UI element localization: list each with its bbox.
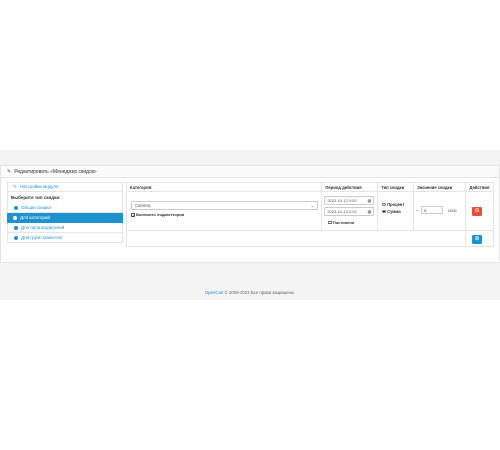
radio-icon — [382, 202, 386, 207]
column-header-value: Значение скидки — [413, 182, 466, 192]
opencart-link[interactable]: OpenCart — [205, 290, 224, 295]
actions-cell: ⊕ — [464, 230, 495, 247]
remove-row-button[interactable]: ⊖ — [471, 207, 482, 216]
sidebar-item-label: Настройки модуля — [19, 184, 59, 189]
checkbox-label: Постоянно — [332, 220, 355, 225]
calendar-icon[interactable]: ▦ — [368, 197, 372, 205]
sidebar-item-label: Для производителей — [21, 224, 65, 230]
minus-circle-icon: ⊖ — [474, 208, 480, 214]
pencil-icon: ✎ — [7, 168, 12, 175]
circle-icon — [14, 235, 18, 240]
empty-cell — [126, 230, 466, 247]
table-row: Camera ⌄ ✓ Включить подкатегории 2023-10… — [125, 191, 495, 231]
sidebar-item-manufacturers[interactable]: Для производителей — [7, 223, 123, 233]
panel-heading: ✎ Редактировать «Менеджер скидок» — [1, 166, 499, 178]
actions-cell: ⊖ — [464, 191, 495, 231]
column-header-period: Период действия — [321, 182, 379, 192]
date-start-value: 2023-10-12 0:52 — [327, 198, 357, 203]
category-select-value: Camera — [135, 203, 151, 208]
sidebar-item-categories[interactable]: Для категорий — [7, 213, 123, 223]
checkbox-checked-icon: ✓ — [131, 212, 136, 218]
column-header-category: Категория: — [125, 182, 323, 192]
category-select[interactable]: Camera ⌄ — [131, 201, 318, 210]
value-cell: − 5 USD — [413, 191, 466, 231]
period-cell: 2023-10-12 0:52 ▦ 2023-10-13 0:52 ▦ Пост… — [321, 191, 379, 231]
circle-icon — [14, 225, 18, 230]
category-cell: Camera ⌄ ✓ Включить подкатегории — [125, 191, 323, 231]
type-percent-radio[interactable]: Процент — [382, 202, 404, 207]
circle-icon — [13, 215, 17, 220]
type-cell: Процент Сумма — [377, 191, 415, 231]
permanent-checkbox[interactable]: Постоянно — [328, 220, 354, 225]
sidebar-item-customer-groups[interactable]: Для групп клиентов — [7, 233, 123, 243]
radio-label: Процент — [387, 202, 405, 207]
column-header-actions: Действия — [464, 182, 495, 192]
checkbox-label: Включить подкатегории — [136, 212, 185, 217]
chevron-down-icon: ⌄ — [310, 203, 314, 208]
sidebar-item-label: Для групп клиентов — [21, 234, 62, 240]
checkbox-icon — [328, 220, 332, 225]
radio-label: Сумма — [387, 209, 401, 214]
panel-title: Редактировать «Менеджер скидок» — [14, 168, 97, 175]
sidebar-item-settings[interactable]: ✎ Настройки модуля — [7, 182, 123, 192]
sidebar: ✎ Настройки модуля Выберите тип скидки: … — [7, 182, 123, 243]
circle-icon — [14, 205, 18, 210]
sidebar-item-general-discount[interactable]: Общая скидка — [7, 203, 123, 213]
pencil-icon: ✎ — [13, 184, 17, 189]
discount-table: Категория: Период действия Тип скидки Зн… — [125, 182, 495, 247]
column-header-type: Тип скидки — [377, 182, 415, 192]
sidebar-item-label: Общая скидка — [21, 204, 51, 210]
radio-selected-icon — [382, 209, 386, 214]
discount-value-input[interactable]: 5 — [421, 206, 444, 214]
page-footer: OpenCart © 2009-2023 Все права защищены. — [0, 290, 500, 295]
date-end-value: 2023-10-13 0:52 — [327, 209, 357, 214]
date-start-input[interactable]: 2023-10-12 0:52 ▦ — [324, 196, 375, 205]
date-end-input[interactable]: 2023-10-13 0:52 ▦ — [324, 207, 375, 216]
discount-table-container: Категория: Период действия Тип скидки Зн… — [125, 182, 495, 248]
minus-sign: − — [416, 208, 420, 214]
table-footer-row: ⊕ — [126, 230, 495, 247]
plus-circle-icon: ⊕ — [474, 236, 480, 242]
type-sum-radio[interactable]: Сумма — [382, 209, 401, 214]
sidebar-item-label: Для категорий — [20, 214, 50, 220]
edit-panel: ✎ Редактировать «Менеджер скидок» ✎ Наст… — [0, 165, 500, 263]
copyright-text: © 2009-2023 Все права защищены. — [223, 290, 296, 295]
discount-type-label: Выберите тип скидки: — [7, 192, 123, 203]
calendar-icon[interactable]: ▦ — [368, 208, 372, 216]
include-subcategories-checkbox[interactable]: ✓ Включить подкатегории — [131, 212, 184, 217]
add-row-button[interactable]: ⊕ — [471, 235, 482, 244]
currency-label: USD — [448, 208, 457, 213]
